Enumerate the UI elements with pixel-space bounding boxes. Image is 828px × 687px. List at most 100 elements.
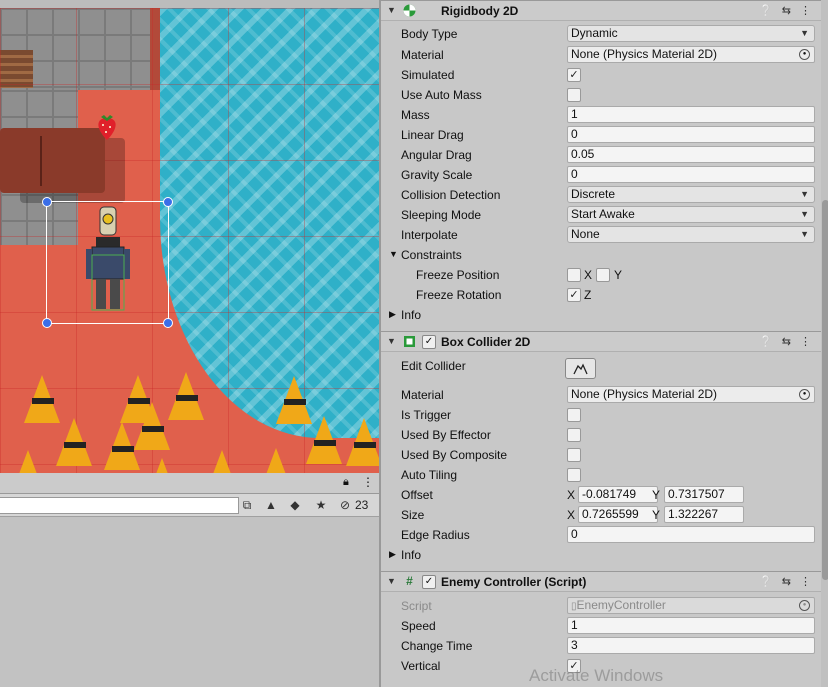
info-foldout-label[interactable]: Info [401, 308, 421, 322]
presets-icon[interactable]: ⇆ [782, 4, 791, 17]
field-label: Material [401, 48, 444, 62]
label-icon[interactable]: ◆ [284, 495, 306, 515]
fold-arrow-right-icon[interactable]: ▶ [389, 309, 396, 320]
more-options-icon[interactable]: ⋮ [800, 335, 811, 348]
fold-arrow-icon[interactable]: ▼ [389, 249, 398, 259]
angular-drag-field[interactable]: 0.05 [567, 146, 815, 163]
simulated-row: Simulated ✓ [381, 65, 821, 85]
offset-y-field[interactable]: 0.7317507 [664, 486, 744, 503]
scrollbar-thumb[interactable] [822, 200, 828, 580]
collision-detection-dropdown[interactable]: Discrete ▼ [567, 186, 815, 203]
object-picker-icon[interactable]: ● [799, 49, 810, 60]
constraints-foldout-label[interactable]: Constraints [401, 248, 462, 262]
size-y-field[interactable]: 1.322267 [664, 506, 744, 523]
field-label: Interpolate [401, 228, 458, 242]
dropdown-arrow-icon: ▼ [800, 189, 809, 199]
panel-menu-icon[interactable]: ⋮ [362, 475, 374, 489]
offset-x-field[interactable]: -0.081749 [578, 486, 658, 503]
used-by-composite-row: Used By Composite [381, 445, 821, 465]
help-icon[interactable]: ❔ [759, 335, 773, 348]
resize-handle-top-right[interactable] [163, 197, 173, 207]
collider-info-row[interactable]: ▶ Info [381, 545, 821, 565]
crate-sprite [0, 128, 105, 193]
constraints-row[interactable]: ▼ Constraints [381, 245, 821, 265]
mass-field[interactable]: 1 [567, 106, 815, 123]
inspector-panel: ▼ Rigidbody 2D ❔ ⇆ ⋮ Body Type Dynamic ▼ … [379, 0, 828, 687]
material-field[interactable]: None (Physics Material 2D) ● [567, 46, 815, 63]
gravity-scale-field[interactable]: 0 [567, 166, 815, 183]
resize-handle-top-left[interactable] [42, 197, 52, 207]
visibility-eye-icon[interactable]: ⊘ [334, 495, 356, 515]
sleeping-mode-dropdown[interactable]: Start Awake ▼ [567, 206, 815, 223]
hidden-count: 23 [355, 498, 369, 512]
box-collider-header[interactable]: ▼ ✓ Box Collider 2D ❔ ⇆ ⋮ [381, 331, 821, 352]
enemy-controller-header[interactable]: ▼ # ✓ Enemy Controller (Script) ❔ ⇆ ⋮ [381, 571, 821, 592]
help-icon[interactable]: ❔ [759, 4, 773, 17]
rigidbody-info-row[interactable]: ▶ Info [381, 305, 821, 325]
more-options-icon[interactable]: ⋮ [800, 4, 811, 17]
used-by-composite-checkbox[interactable] [567, 448, 581, 462]
collider-material-row: Material None (Physics Material 2D) ● [381, 385, 821, 405]
field-label: Gravity Scale [401, 168, 473, 182]
body-type-dropdown[interactable]: Dynamic ▼ [567, 25, 815, 42]
inspector-scrollbar[interactable] [821, 0, 828, 687]
enable-checkbox[interactable]: ✓ [422, 575, 436, 589]
fold-arrow-right-icon[interactable]: ▶ [389, 549, 396, 560]
favorite-star-icon[interactable]: ★ [310, 495, 332, 515]
field-label: Script [401, 599, 432, 613]
field-label: Body Type [401, 27, 458, 41]
panel-body [0, 517, 379, 687]
rigidbody-header[interactable]: ▼ Rigidbody 2D ❔ ⇆ ⋮ [381, 0, 821, 21]
lock-icon[interactable]: 🔒︎ [343, 476, 349, 489]
change-time-field[interactable]: 3 [567, 637, 815, 654]
component-title: Box Collider 2D [441, 335, 531, 349]
body-type-row: Body Type Dynamic ▼ [381, 24, 821, 44]
strawberry-sprite [98, 115, 116, 140]
edit-collider-button[interactable] [565, 358, 596, 379]
speed-field[interactable]: 1 [567, 617, 815, 634]
help-icon[interactable]: ❔ [759, 575, 773, 588]
panel-tab-bar: 🔒︎ ⋮ [0, 473, 379, 494]
resize-handle-bottom-right[interactable] [163, 318, 173, 328]
use-auto-mass-checkbox[interactable] [567, 88, 581, 102]
auto-tiling-checkbox[interactable] [567, 468, 581, 482]
collider-material-field[interactable]: None (Physics Material 2D) ● [567, 386, 815, 403]
used-by-effector-row: Used By Effector [381, 425, 821, 445]
material-row: Material None (Physics Material 2D) ● [381, 45, 821, 65]
linear-drag-field[interactable]: 0 [567, 126, 815, 143]
object-picker-icon[interactable]: ● [799, 389, 810, 400]
is-trigger-checkbox[interactable] [567, 408, 581, 422]
interpolate-dropdown[interactable]: None ▼ [567, 226, 815, 243]
info-foldout-label[interactable]: Info [401, 548, 421, 562]
field-label: Edge Radius [401, 528, 470, 542]
field-label: Collision Detection [401, 188, 501, 202]
interpolate-row: Interpolate None ▼ [381, 225, 821, 245]
scene-view[interactable] [0, 0, 379, 473]
filter-type-icon[interactable]: ▲ [260, 495, 282, 515]
presets-icon[interactable]: ⇆ [782, 335, 791, 348]
presets-icon[interactable]: ⇆ [782, 575, 791, 588]
fold-arrow-icon[interactable]: ▼ [387, 576, 396, 586]
freeze-position-x-checkbox[interactable] [567, 268, 581, 282]
simulated-checkbox[interactable]: ✓ [567, 68, 581, 82]
used-by-effector-checkbox[interactable] [567, 428, 581, 442]
resize-handle-bottom-left[interactable] [42, 318, 52, 328]
selection-rect[interactable] [46, 201, 169, 324]
fold-arrow-icon[interactable]: ▼ [387, 5, 396, 15]
field-label: Use Auto Mass [401, 88, 482, 102]
fold-arrow-icon[interactable]: ▼ [387, 336, 396, 346]
size-x-field[interactable]: 0.7265599 [578, 506, 658, 523]
script-field: ▯EnemyController ● [567, 597, 815, 614]
box-collider-icon [404, 336, 415, 347]
search-input[interactable] [0, 497, 239, 514]
field-label: Freeze Rotation [416, 288, 502, 302]
picker-icon[interactable]: ⧉ [236, 495, 258, 515]
speed-row: Speed 1 [381, 616, 821, 636]
freeze-position-y-checkbox[interactable] [596, 268, 610, 282]
freeze-rotation-z-checkbox[interactable]: ✓ [567, 288, 581, 302]
enable-checkbox[interactable]: ✓ [422, 335, 436, 349]
edge-radius-field[interactable]: 0 [567, 526, 815, 543]
sleeping-mode-row: Sleeping Mode Start Awake ▼ [381, 205, 821, 225]
more-options-icon[interactable]: ⋮ [800, 575, 811, 588]
field-label: Linear Drag [401, 128, 464, 142]
